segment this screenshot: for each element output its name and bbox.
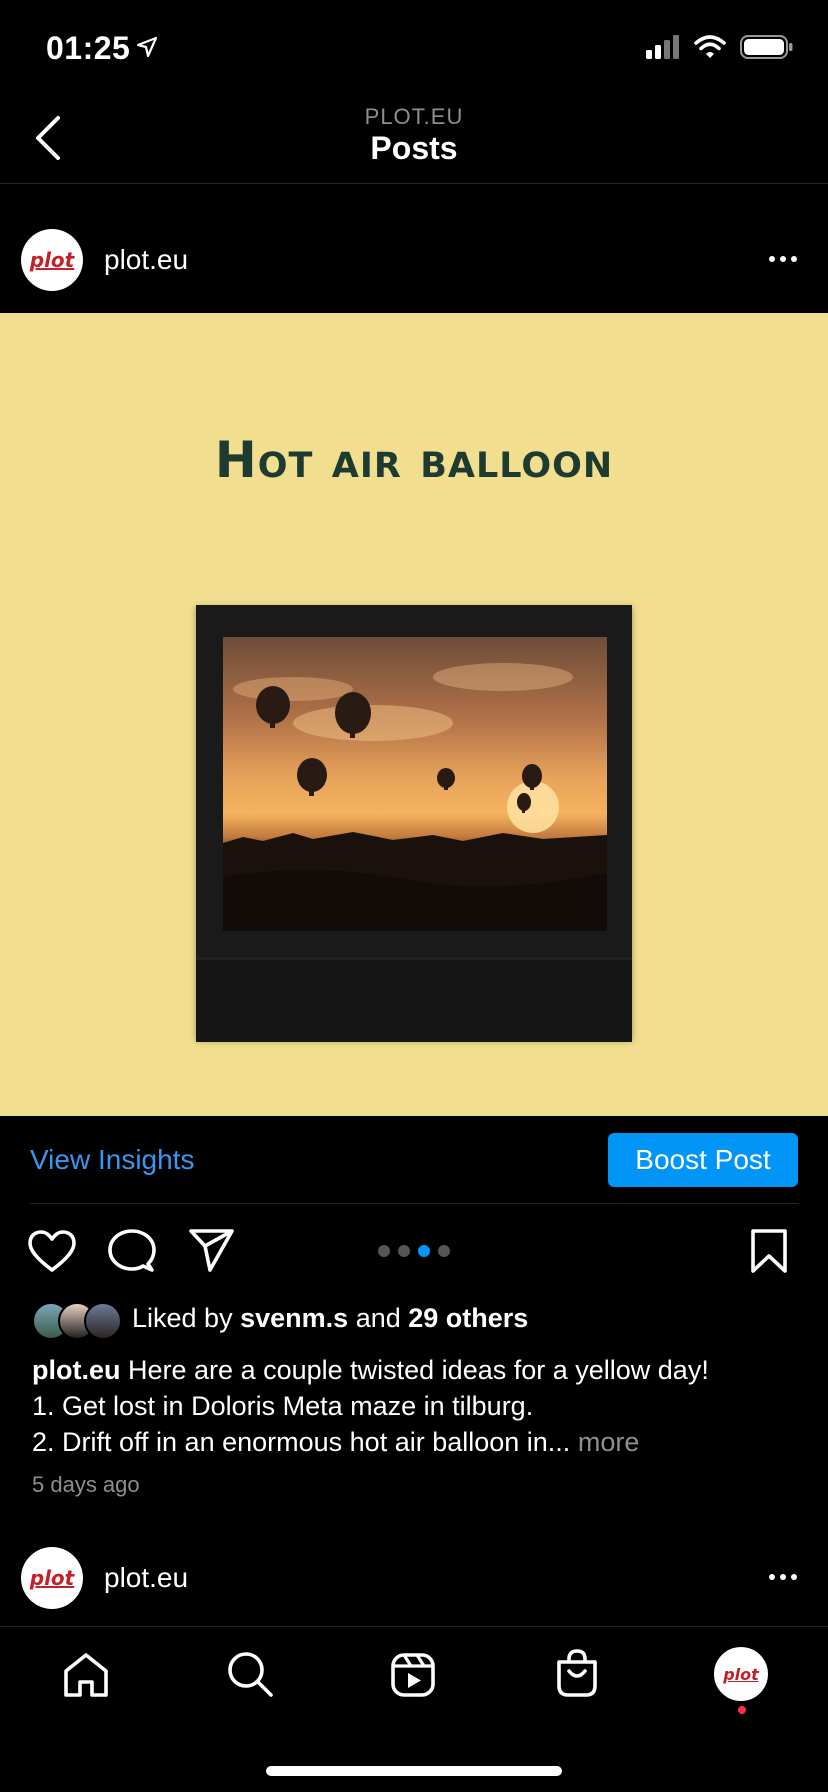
likes-others-count[interactable]: 29 others	[408, 1303, 528, 1333]
location-arrow-icon	[136, 36, 158, 58]
post-author-avatar[interactable]: plot	[21, 229, 83, 291]
liked-by-avatars[interactable]	[32, 1302, 122, 1340]
actions-divider	[30, 1203, 798, 1204]
notification-dot	[738, 1706, 746, 1714]
tabbar-divider	[0, 1626, 828, 1627]
account-name-subtitle: PLOT.EU	[364, 104, 464, 129]
status-time: 01:25	[46, 30, 131, 66]
liked-by-user[interactable]: svenm.s	[240, 1303, 348, 1333]
search-icon[interactable]	[226, 1650, 274, 1698]
carousel-dot	[398, 1245, 410, 1257]
home-icon[interactable]	[62, 1652, 110, 1698]
sunset-balloons-photo	[223, 637, 607, 931]
header-divider	[0, 183, 828, 184]
shop-icon[interactable]	[554, 1648, 600, 1698]
reels-icon[interactable]	[390, 1652, 436, 1698]
caption-line-1: Here are a couple twisted ideas for a ye…	[128, 1355, 709, 1385]
carousel-dot	[438, 1245, 450, 1257]
post-options-button[interactable]	[769, 1574, 797, 1580]
caption-line-2: 1. Get lost in Doloris Meta maze in tilb…	[32, 1391, 534, 1421]
likes-summary[interactable]: Liked by svenm.s and 29 others	[132, 1303, 528, 1334]
caption-line-3: 2. Drift off in an enormous hot air ball…	[32, 1427, 571, 1457]
view-insights-link[interactable]: View Insights	[30, 1144, 194, 1176]
post-author-username[interactable]: plot.eu	[104, 1562, 188, 1594]
caption-more-link[interactable]: more	[578, 1427, 640, 1457]
carousel-indicator	[378, 1245, 450, 1257]
post-timestamp: 5 days ago	[32, 1472, 140, 1497]
post-caption[interactable]: plot.eu Here are a couple twisted ideas …	[32, 1352, 812, 1460]
avatar-logo-text: plot	[29, 248, 75, 272]
like-heart-icon[interactable]	[28, 1230, 76, 1274]
profile-tab-avatar[interactable]: plot	[714, 1647, 768, 1701]
polaroid-frame	[196, 605, 632, 1042]
page-title: Posts	[370, 130, 458, 166]
avatar-logo-text: plot	[723, 1664, 759, 1684]
boost-post-button[interactable]: Boost Post	[608, 1133, 798, 1187]
signal-icon	[646, 35, 679, 59]
avatar-logo-text: plot	[29, 1566, 75, 1590]
home-indicator[interactable]	[266, 1766, 562, 1776]
post-image-heading: Hot air balloon	[214, 431, 614, 489]
post-author-username[interactable]: plot.eu	[104, 244, 188, 276]
save-bookmark-icon[interactable]	[750, 1228, 788, 1274]
likes-prefix: Liked by	[132, 1303, 233, 1333]
carousel-dot	[378, 1245, 390, 1257]
status-indicators	[646, 34, 794, 60]
post-author-avatar[interactable]: plot	[21, 1547, 83, 1609]
battery-icon	[740, 35, 793, 59]
likes-conjunction: and	[355, 1303, 401, 1333]
post-image[interactable]: Hot air balloon	[0, 313, 828, 1116]
comment-icon[interactable]	[108, 1228, 156, 1276]
wifi-icon	[694, 35, 726, 58]
post-options-button[interactable]	[769, 256, 797, 262]
carousel-dot-active	[418, 1245, 430, 1257]
share-send-icon[interactable]	[188, 1228, 236, 1274]
caption-username[interactable]: plot.eu	[32, 1355, 121, 1385]
